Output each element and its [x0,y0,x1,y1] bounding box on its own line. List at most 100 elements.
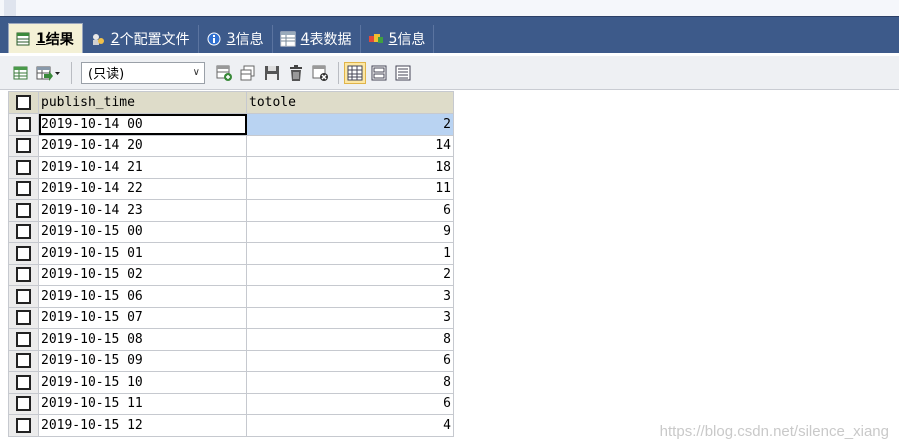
cell-publish-time[interactable]: 2019-10-15 08 [38,328,247,351]
tab-profiles[interactable]: 2 个配置文件 [84,25,199,53]
duplicate-row-icon[interactable] [237,62,259,84]
cell-totole[interactable]: 6 [246,349,454,372]
cell-totole[interactable]: 11 [246,177,454,200]
column-header-totole[interactable]: totole [246,91,454,114]
add-row-icon[interactable] [213,62,235,84]
form-view-icon[interactable] [368,62,390,84]
checkbox-box [16,116,31,132]
cell-publish-time[interactable]: 2019-10-14 20 [38,134,247,157]
table-row[interactable]: 2019-10-15 10 8 [8,371,454,394]
row-checkbox[interactable] [8,349,39,372]
cell-publish-time[interactable]: 2019-10-15 02 [38,263,247,286]
cell-totole[interactable]: 6 [246,392,454,415]
export-grid-icon[interactable] [10,62,32,84]
row-checkbox[interactable] [8,328,39,351]
table-row[interactable]: 2019-10-15 02 2 [8,263,454,286]
cell-publish-time[interactable]: 2019-10-14 23 [38,199,247,222]
checkbox-box [16,181,31,197]
row-checkbox[interactable] [8,199,39,222]
row-checkbox[interactable] [8,392,39,415]
row-checkbox[interactable] [8,156,39,179]
cell-publish-time[interactable]: 2019-10-15 10 [38,371,247,394]
checkbox-box [16,331,31,347]
table-row[interactable]: 2019-10-14 22 11 [8,177,454,200]
cell-totole[interactable]: 4 [246,414,454,437]
tab-table-data[interactable]: 4 表数据 [274,25,361,53]
row-checkbox[interactable] [8,177,39,200]
select-all-checkbox[interactable] [8,91,39,114]
row-checkbox[interactable] [8,371,39,394]
checkbox-box [16,417,31,433]
tab-info-2[interactable]: 5 信息 [362,25,435,53]
tab-profiles-label: 个配置文件 [119,32,190,48]
table-row[interactable]: 2019-10-15 07 3 [8,306,454,329]
tab-profiles-num: 2 [110,31,120,47]
tab-results[interactable]: 1 结果 [8,23,83,53]
cell-publish-time[interactable]: 2019-10-15 06 [38,285,247,308]
checkbox-box [16,224,31,240]
toolbar-separator-2 [338,61,339,84]
checkbox-box [16,396,31,412]
cell-publish-time[interactable]: 2019-10-14 21 [38,156,247,179]
cell-totole[interactable]: 18 [246,156,454,179]
table-row[interactable]: 2019-10-14 20 14 [8,134,454,157]
table-row[interactable]: 2019-10-15 00 9 [8,220,454,243]
checkbox-box [16,310,31,326]
cell-totole[interactable]: 9 [246,220,454,243]
row-checkbox[interactable] [8,306,39,329]
checkbox-box [16,374,31,390]
cell-totole[interactable]: 2 [246,263,454,286]
checkbox-box [16,202,31,218]
cancel-changes-icon[interactable] [309,62,331,84]
cell-totole[interactable]: 3 [246,285,454,308]
row-checkbox[interactable] [8,285,39,308]
cell-publish-time[interactable]: 2019-10-15 11 [38,392,247,415]
import-grid-icon[interactable] [34,62,64,84]
info2-icon [368,31,384,47]
table-row[interactable]: 2019-10-15 06 3 [8,285,454,308]
cell-publish-time[interactable]: 2019-10-15 01 [38,242,247,265]
table-row[interactable]: 2019-10-14 21 18 [8,156,454,179]
table-row[interactable]: 2019-10-14 23 6 [8,199,454,222]
result-grid: publish_time totole 2019-10-14 00 2 2019-1… [8,91,454,437]
row-checkbox[interactable] [8,263,39,286]
cell-publish-time[interactable]: 2019-10-15 12 [38,414,247,437]
text-view-icon[interactable] [392,62,414,84]
window-top-strip [0,0,899,17]
cell-totole[interactable]: 3 [246,306,454,329]
mode-select-value: (只读) [88,67,125,82]
grid-view-icon[interactable] [344,61,366,84]
cell-publish-time[interactable]: 2019-10-14 00 [38,113,247,136]
tab-results-label: 结果 [45,31,74,48]
row-checkbox[interactable] [8,134,39,157]
row-checkbox[interactable] [8,113,39,136]
table-row[interactable]: 2019-10-15 09 6 [8,349,454,372]
cell-totole[interactable]: 8 [246,328,454,351]
table-row[interactable]: 2019-10-14 00 2 [8,113,454,136]
cell-totole[interactable]: 6 [246,199,454,222]
delete-icon[interactable] [285,62,307,84]
table-row[interactable]: 2019-10-15 01 1 [8,242,454,265]
table-row[interactable]: 2019-10-15 08 8 [8,328,454,351]
watermark-url: https://blog.csdn.net/silence_xiang [659,423,889,440]
tab-info[interactable]: 3 信息 [200,25,273,53]
row-checkbox[interactable] [8,220,39,243]
cell-totole[interactable]: 14 [246,134,454,157]
cell-publish-time[interactable]: 2019-10-15 00 [38,220,247,243]
save-icon[interactable] [261,62,283,84]
table-row[interactable]: 2019-10-15 11 6 [8,392,454,415]
column-header-publish-time[interactable]: publish_time [38,91,247,114]
cell-totole[interactable]: 2 [246,113,454,136]
tab-table-data-num: 4 [300,31,310,47]
cell-publish-time[interactable]: 2019-10-15 07 [38,306,247,329]
result-toolbar: (只读) ∨ [0,56,899,90]
cell-publish-time[interactable]: 2019-10-14 22 [38,177,247,200]
row-checkbox[interactable] [8,414,39,437]
read-only-mode-select[interactable]: (只读) ∨ [81,61,205,84]
cell-totole[interactable]: 8 [246,371,454,394]
top-strip-stub [4,0,16,16]
cell-totole[interactable]: 1 [246,242,454,265]
row-checkbox[interactable] [8,242,39,265]
table-row[interactable]: 2019-10-15 12 4 [8,414,454,437]
cell-publish-time[interactable]: 2019-10-15 09 [38,349,247,372]
